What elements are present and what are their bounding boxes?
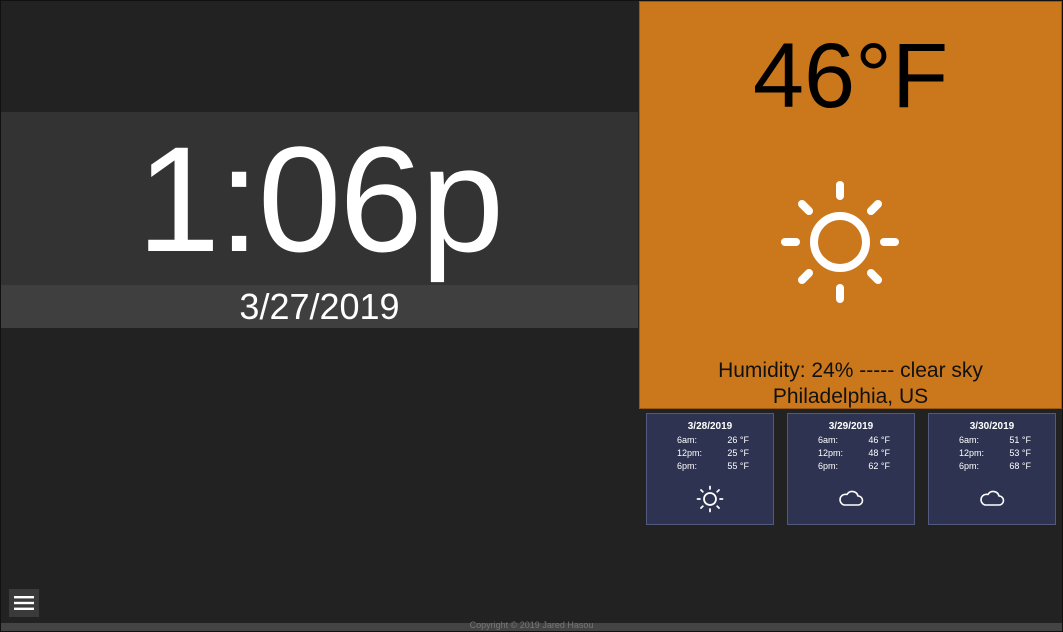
forecast-temp: 53 °F [1009, 448, 1031, 458]
forecast-time-label: 6am: [677, 435, 698, 445]
weather-details: Humidity: 24% ----- clear sky Philadelph… [640, 358, 1061, 409]
forecast-time-label: 6am: [959, 435, 980, 445]
location-label: Philadelphia, US [772, 384, 929, 408]
forecast-card: 3/29/2019 6am: 46 °F 12pm: 48 °F 6pm: 62… [787, 413, 915, 525]
clock-time: 1:06p [136, 115, 504, 283]
sun-icon [781, 181, 899, 303]
current-weather-panel: 46°F Humidity: 24% ----- clear sky Phila… [639, 1, 1062, 409]
forecast-temp: 55 °F [727, 461, 749, 471]
forecast-card: 3/28/2019 6am: 26 °F 12pm: 25 °F 6pm: 55… [646, 413, 774, 525]
forecast-row: 12pm: 53 °F [959, 448, 1031, 458]
humidity-description: Humidity: 24% ----- clear sky [718, 359, 983, 382]
hamburger-menu-icon [14, 596, 34, 610]
forecast-card: 3/30/2019 6am: 51 °F 12pm: 53 °F 6pm: 68… [928, 413, 1056, 525]
forecast-temp: 48 °F [868, 448, 890, 458]
forecast-temp: 62 °F [868, 461, 890, 471]
current-temperature: 46°F [752, 25, 949, 127]
forecast-time-label: 6am: [818, 435, 839, 445]
forecast-date: 3/29/2019 [828, 421, 874, 432]
forecast-row: 6pm: 68 °F [959, 461, 1031, 471]
forecast-time-label: 6pm: [818, 461, 839, 471]
forecast-temp: 51 °F [1009, 435, 1031, 445]
forecast-date: 3/30/2019 [969, 421, 1015, 432]
forecast-temp: 26 °F [727, 435, 749, 445]
forecast-time-label: 6pm: [959, 461, 980, 471]
footer-copyright: Copyright © 2019 Jared Hasou [469, 620, 594, 630]
forecast-temp: 25 °F [727, 448, 749, 458]
cloud-icon [839, 490, 864, 506]
menu-button[interactable] [9, 589, 39, 617]
forecast-temp: 46 °F [868, 435, 890, 445]
forecast-row: 6am: 46 °F [818, 435, 890, 445]
forecast-time-label: 12pm: [677, 448, 703, 458]
forecast-row: 6am: 26 °F [677, 435, 749, 445]
forecast-row: 6pm: 62 °F [818, 461, 890, 471]
forecast-date: 3/28/2019 [687, 421, 733, 432]
forecast-time-label: 6pm: [677, 461, 698, 471]
clock-date: 3/27/2019 [1, 285, 638, 328]
forecast-time-label: 12pm: [818, 448, 844, 458]
cloud-icon [980, 490, 1005, 506]
forecast-row: 6pm: 55 °F [677, 461, 749, 471]
sun-icon [696, 485, 724, 513]
forecast-temp: 68 °F [1009, 461, 1031, 471]
forecast-row: 12pm: 48 °F [818, 448, 890, 458]
forecast-row: 12pm: 25 °F [677, 448, 749, 458]
forecast-row: 6am: 51 °F [959, 435, 1031, 445]
forecast-time-label: 12pm: [959, 448, 985, 458]
